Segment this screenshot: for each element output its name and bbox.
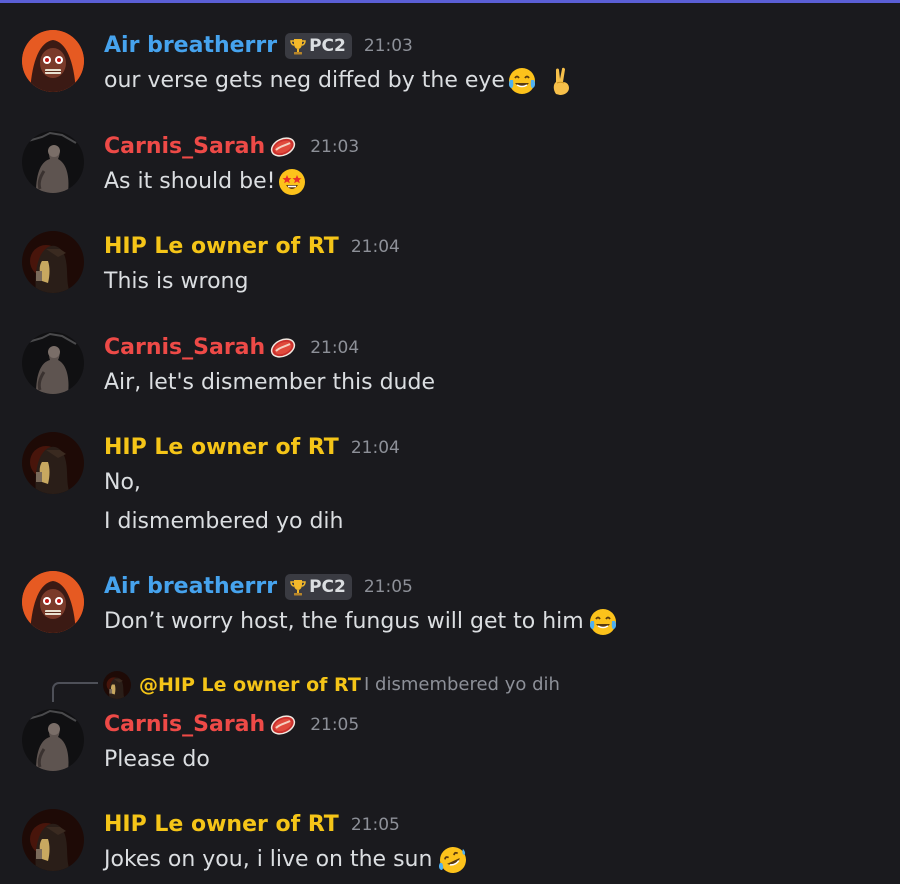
timestamp[interactable]: 21:04 <box>351 438 400 458</box>
joy-emoji[interactable] <box>588 607 618 637</box>
timestamp[interactable]: 21:03 <box>310 137 359 157</box>
timestamp[interactable]: 21:05 <box>310 715 359 735</box>
message-header: Carnis_Sarah 21:04 <box>104 331 359 365</box>
victory-hand-emoji[interactable] <box>547 66 577 96</box>
reply-spine <box>52 682 98 702</box>
message-text: This is wrong <box>104 269 249 294</box>
timestamp[interactable]: 21:05 <box>364 577 413 597</box>
message-header: Air breatherrr PC2 21:03 <box>104 29 413 63</box>
timestamp[interactable]: 21:04 <box>310 338 359 358</box>
guild-tag-badge[interactable]: PC2 <box>285 574 352 600</box>
top-accent-bar <box>0 0 900 3</box>
message-item: HIP Le owner of RT 21:04 No, I dismember… <box>0 429 900 539</box>
message-content: As it should be! <box>104 167 307 197</box>
author-name[interactable]: HIP Le owner of RT <box>104 810 339 840</box>
avatar[interactable] <box>22 809 84 871</box>
rofl-emoji[interactable] <box>438 845 469 875</box>
author-name[interactable]: Carnis_Sarah <box>104 333 265 363</box>
message-item: Carnis_Sarah 21:04 Air, let's dismember … <box>0 329 900 403</box>
author-name[interactable]: Carnis_Sarah <box>104 132 265 162</box>
guild-tag-label: PC2 <box>309 36 346 56</box>
timestamp[interactable]: 21:04 <box>351 237 400 257</box>
avatar[interactable] <box>22 709 84 771</box>
trophy-icon <box>290 578 306 596</box>
reply-quoted-text[interactable]: I dismembered yo dih <box>364 668 560 702</box>
trophy-icon <box>290 37 306 55</box>
message-text: I dismembered yo dih <box>104 509 344 534</box>
reply-mention[interactable]: @HIP Le owner of RT <box>139 668 361 702</box>
message-item: Carnis_Sarah 21:03 As it should be! <box>0 128 900 202</box>
joy-emoji[interactable] <box>507 66 537 96</box>
avatar[interactable] <box>22 231 84 293</box>
author-name[interactable]: Air breatherrr <box>104 31 277 61</box>
message-text: Please do <box>104 747 210 772</box>
message-text: As it should be! <box>104 169 276 194</box>
guild-tag-label: PC2 <box>309 577 346 597</box>
message-item: Air breatherrr PC2 21:03 our verse gets … <box>0 27 900 101</box>
reply-reference[interactable]: @HIP Le owner of RT I dismembered yo dih <box>0 668 900 702</box>
avatar[interactable] <box>22 571 84 633</box>
avatar[interactable] <box>22 332 84 394</box>
author-name[interactable]: HIP Le owner of RT <box>104 433 339 463</box>
message-text: our verse gets neg diffed by the eye <box>104 68 505 93</box>
meat-icon <box>268 335 299 361</box>
timestamp[interactable]: 21:05 <box>351 815 400 835</box>
message-item: Carnis_Sarah 21:05 Please do <box>0 706 900 780</box>
message-text: No, <box>104 470 141 495</box>
message-header: HIP Le owner of RT 21:05 <box>104 808 400 842</box>
author-name[interactable]: Air breatherrr <box>104 572 277 602</box>
avatar[interactable] <box>22 30 84 92</box>
message-text: Jokes on you, i live on the sun <box>104 847 433 872</box>
message-header: Carnis_Sarah 21:03 <box>104 130 359 164</box>
message-content: Jokes on you, i live on the sun <box>104 845 469 875</box>
message-header: HIP Le owner of RT 21:04 <box>104 230 400 264</box>
message-header: Carnis_Sarah 21:05 <box>104 708 359 742</box>
meat-icon <box>268 134 299 160</box>
message-item: HIP Le owner of RT 21:05 Jokes on you, i… <box>0 806 900 880</box>
message-text: Don’t worry host, the fungus will get to… <box>104 609 584 634</box>
author-name[interactable]: Carnis_Sarah <box>104 710 265 740</box>
message-text: Air, let's dismember this dude <box>104 370 435 395</box>
message-header: Air breatherrr PC2 21:05 <box>104 570 413 604</box>
author-name[interactable]: HIP Le owner of RT <box>104 232 339 262</box>
avatar[interactable] <box>22 432 84 494</box>
reply-avatar <box>103 671 131 699</box>
timestamp[interactable]: 21:03 <box>364 36 413 56</box>
message-content: our verse gets neg diffed by the eye <box>104 66 577 96</box>
message-item: HIP Le owner of RT 21:04 This is wrong <box>0 228 900 302</box>
message-item: Air breatherrr PC2 21:05 Don’t worry hos… <box>0 568 900 642</box>
meat-icon <box>268 712 299 738</box>
avatar[interactable] <box>22 131 84 193</box>
message-content: Don’t worry host, the fungus will get to… <box>104 607 618 637</box>
message-header: HIP Le owner of RT 21:04 <box>104 431 400 465</box>
guild-tag-badge[interactable]: PC2 <box>285 33 352 59</box>
star-struck-emoji[interactable] <box>277 167 307 197</box>
